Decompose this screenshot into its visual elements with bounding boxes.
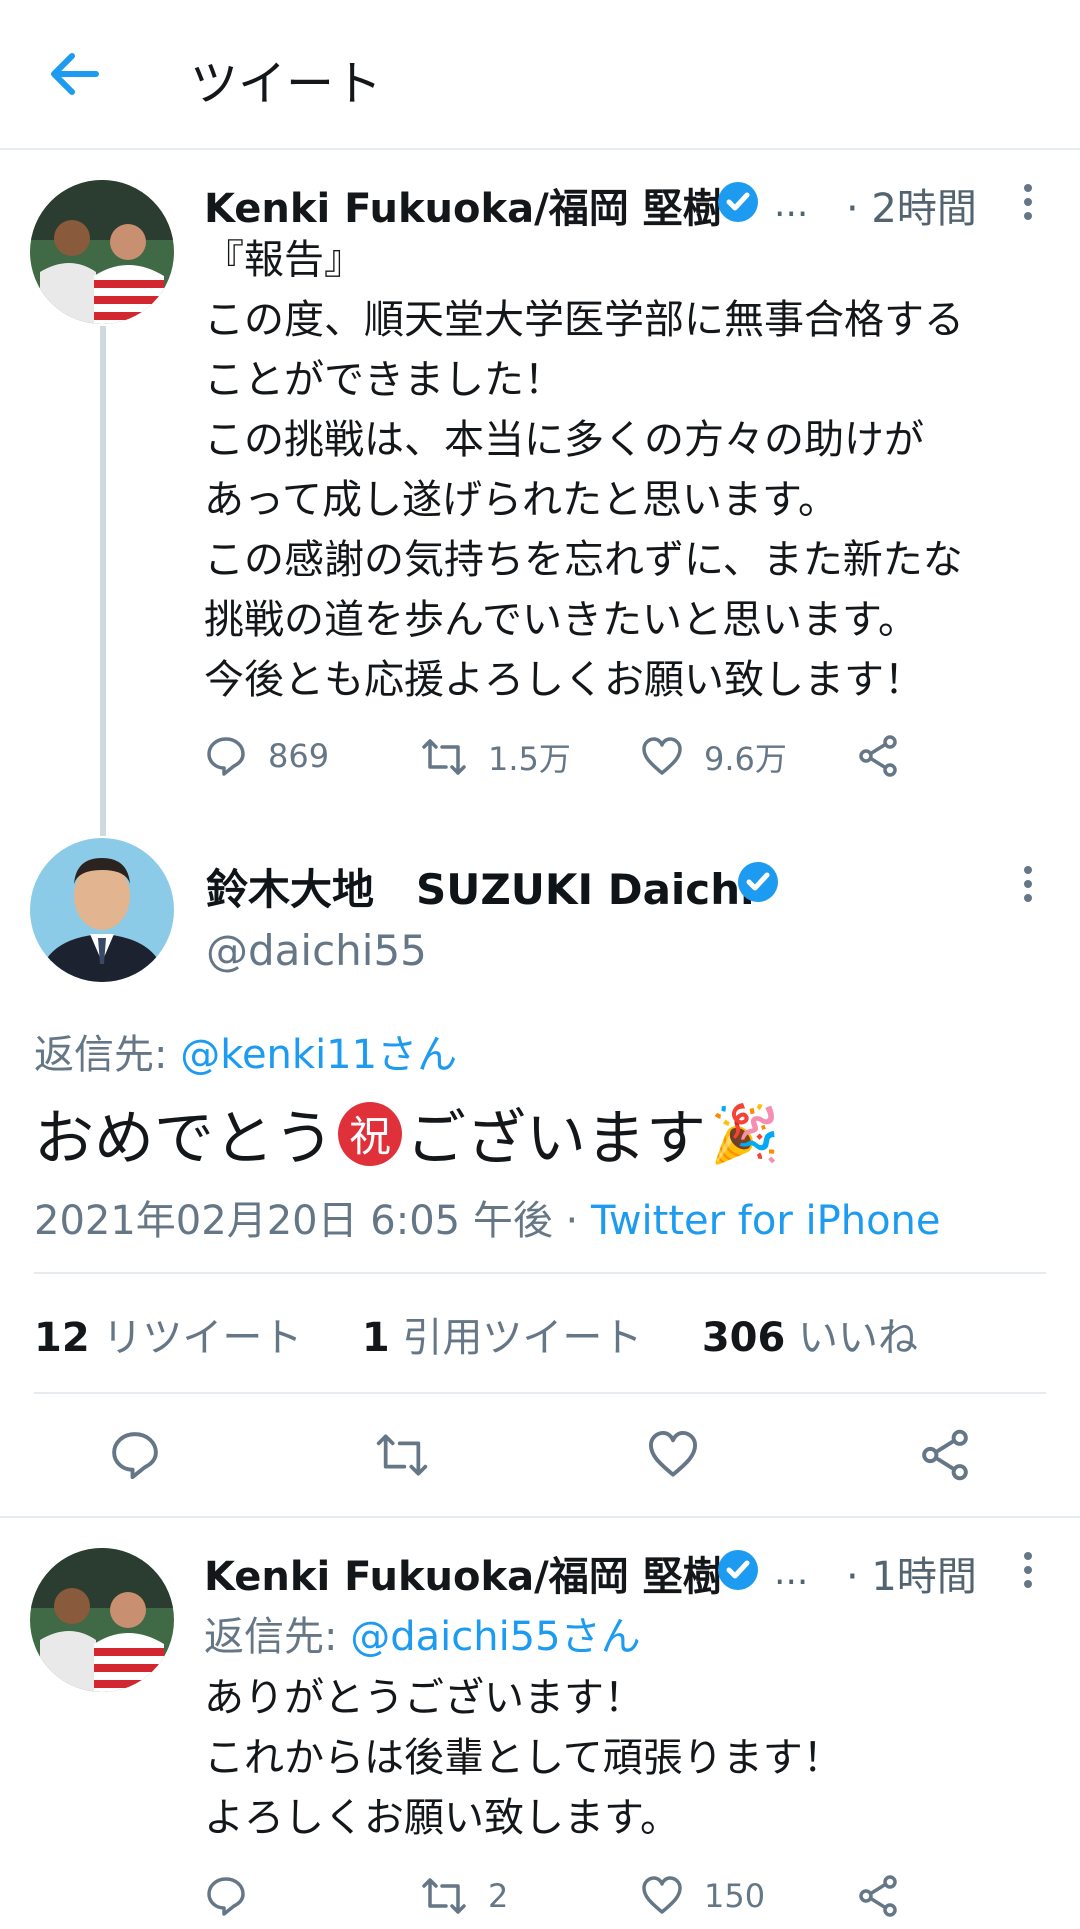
heart-icon [642,1876,682,1914]
celebration-emoji-icon: 祝 [338,1101,402,1166]
reply-icon[interactable] [108,1428,162,1482]
reply-to-link[interactable]: @kenki11さん [180,1032,457,1078]
divider [0,1516,1080,1518]
share-icon[interactable] [918,1428,972,1482]
author-name[interactable]: Kenki Fukuoka/福岡 堅樹 [204,1544,723,1602]
top-bar: ツイート [0,0,1080,150]
tweet-body: ありがとうございます！ これからは後輩として頑張ります！ よろしくお願い致します… [204,1675,843,1841]
reply-to-link[interactable]: @daichi55さん [350,1614,640,1660]
share-button[interactable] [856,1874,920,1918]
reply-to-prefix: 返信先: [204,1614,351,1660]
author-handle[interactable]: @daichi55 [206,926,427,975]
reply-to-prefix: 返信先: [34,1032,181,1078]
quote-stat-label: 引用ツイート [389,1315,643,1361]
tweet-time[interactable]: · 1時間 [846,1544,977,1602]
verified-badge-icon [736,860,780,904]
reply-button[interactable]: 869 [204,734,329,778]
divider [34,1272,1046,1274]
back-arrow-icon[interactable] [46,50,102,98]
like-count: 9.6万 [704,740,787,778]
retweet-button[interactable]: 2 [420,1874,508,1918]
like-button[interactable]: 9.6万 [640,734,787,780]
retweet-count: 2 [488,1877,509,1915]
quote-stat-count: 1 [361,1315,390,1361]
party-popper-emoji-icon: 🎉 [710,1101,780,1167]
reply-icon [207,737,245,776]
reply-count: 869 [268,737,330,775]
thread-connector [100,326,106,836]
like-stat[interactable]: 306 いいね [702,1315,918,1361]
like-stat-label: いいね [785,1315,919,1361]
heart-icon[interactable] [646,1428,700,1482]
engagement-stats: 12 リツイート 1 引用ツイート 306 いいね [34,1305,918,1363]
reply-to-line: 返信先: @kenki11さん [34,1022,457,1080]
verified-badge-icon [716,1548,760,1592]
tweet-body: 『報告』 この度、順天堂大学医学部に無事合格する ことができました！ この挑戦は… [204,237,964,703]
avatar-kenki[interactable] [30,180,174,324]
reply-button[interactable] [204,1874,268,1918]
like-count: 150 [704,1877,766,1915]
quote-stat[interactable]: 1 引用ツイート [362,1315,643,1361]
tweet-text-part2: ございます [406,1104,706,1174]
retweet-button[interactable]: 1.5万 [420,734,571,780]
reply-icon [207,1877,245,1916]
tweet-timestamp: 2021年02月20日 6:05 午後 · [34,1198,591,1244]
author-name[interactable]: 鈴木大地 SUZUKI Daichi [206,856,755,917]
page-title: ツイート [190,56,383,112]
like-stat-count: 306 [701,1315,786,1361]
name-truncation: ... [774,184,809,225]
name-truncation: ... [774,1552,809,1593]
tweet-metadata: 2021年02月20日 6:05 午後 · Twitter for iPhone [34,1188,941,1246]
share-icon [859,735,897,777]
share-button[interactable] [856,734,920,778]
verified-badge-icon [716,180,760,224]
reply-to-line: 返信先: @daichi55さん [204,1604,641,1662]
more-options-icon[interactable] [1022,180,1034,224]
more-options-icon[interactable] [1022,1548,1034,1592]
divider [34,1392,1046,1394]
retweet-stat-label: リツイート [89,1315,303,1361]
share-icon [859,1875,897,1917]
retweet-count: 1.5万 [488,740,571,778]
more-options-icon[interactable] [1022,862,1034,906]
tweet-time[interactable]: · 2時間 [846,176,977,234]
heart-icon [642,737,682,775]
retweet-icon[interactable] [374,1428,428,1482]
tweet-text-part1: おめでとう [34,1104,334,1174]
retweet-icon [422,739,466,775]
avatar-kenki[interactable] [30,1548,174,1692]
like-button[interactable]: 150 [640,1874,765,1918]
retweet-stat[interactable]: 12 リツイート [34,1315,302,1361]
retweet-icon [422,1878,466,1914]
tweet-client-link[interactable]: Twitter for iPhone [591,1198,941,1244]
main-tweet-text: おめでとう 祝 ございます 🎉 [34,1090,780,1177]
avatar-daichi[interactable] [30,838,174,982]
author-name[interactable]: Kenki Fukuoka/福岡 堅樹 [204,176,723,234]
retweet-stat-count: 12 [34,1315,90,1361]
